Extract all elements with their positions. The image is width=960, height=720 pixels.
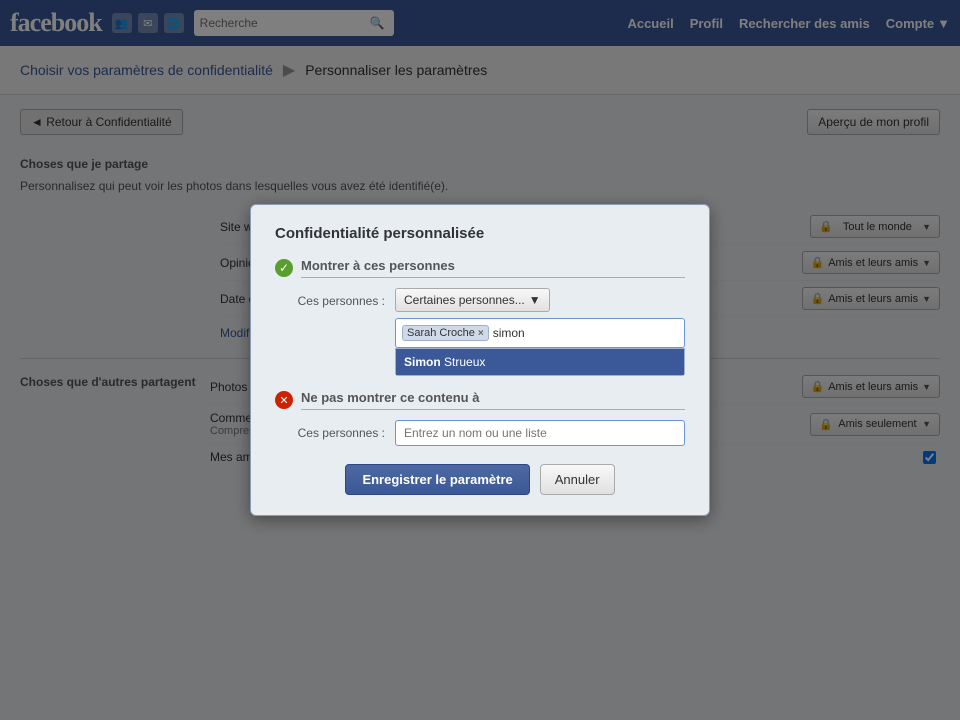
show-section-header: ✓ Montrer à ces personnes [275,258,685,278]
hide-ces-personnes-row: Ces personnes : [275,420,685,446]
hide-x-icon: ✕ [275,391,293,409]
sarah-tag-label: Sarah Croche [407,327,475,339]
hide-section-label: Ne pas montrer ce contenu à [301,390,685,410]
typed-text[interactable]: simon [493,326,553,340]
tag-input-area[interactable]: Sarah Croche × simon [395,318,685,348]
autocomplete-match: Simon [404,355,441,369]
ces-personnes-field: Certaines personnes... ▼ Sarah Croche × … [395,288,685,376]
save-button[interactable]: Enregistrer le paramètre [345,464,529,495]
show-check-icon: ✓ [275,259,293,277]
hide-input[interactable] [395,420,685,446]
cancel-button[interactable]: Annuler [540,464,615,495]
autocomplete-item-simon[interactable]: Simon Strueux [396,349,684,375]
hide-ces-personnes-label: Ces personnes : [275,420,385,440]
modal-footer: Enregistrer le paramètre Annuler [275,464,685,495]
show-section: ✓ Montrer à ces personnes Ces personnes … [275,258,685,376]
hide-ces-personnes-field [395,420,685,446]
certaines-personnes-dropdown[interactable]: Certaines personnes... ▼ [395,288,550,312]
autocomplete-dropdown: Simon Strueux [395,348,685,376]
sarah-tag: Sarah Croche × [402,325,489,341]
ces-personnes-label: Ces personnes : [275,288,385,308]
hide-section: ✕ Ne pas montrer ce contenu à Ces person… [275,390,685,446]
hide-section-header: ✕ Ne pas montrer ce contenu à [275,390,685,410]
modal: Confidentialité personnalisée ✓ Montrer … [250,204,710,516]
sarah-tag-remove[interactable]: × [478,328,484,339]
tag-input-wrapper: Sarah Croche × simon Simon Strueux [395,318,685,376]
dropdown-caret-icon: ▼ [529,293,541,307]
ces-personnes-row: Ces personnes : Certaines personnes... ▼… [275,288,685,376]
show-section-label: Montrer à ces personnes [301,258,685,278]
modal-overlay: Confidentialité personnalisée ✓ Montrer … [0,0,960,720]
modal-title: Confidentialité personnalisée [275,225,685,242]
